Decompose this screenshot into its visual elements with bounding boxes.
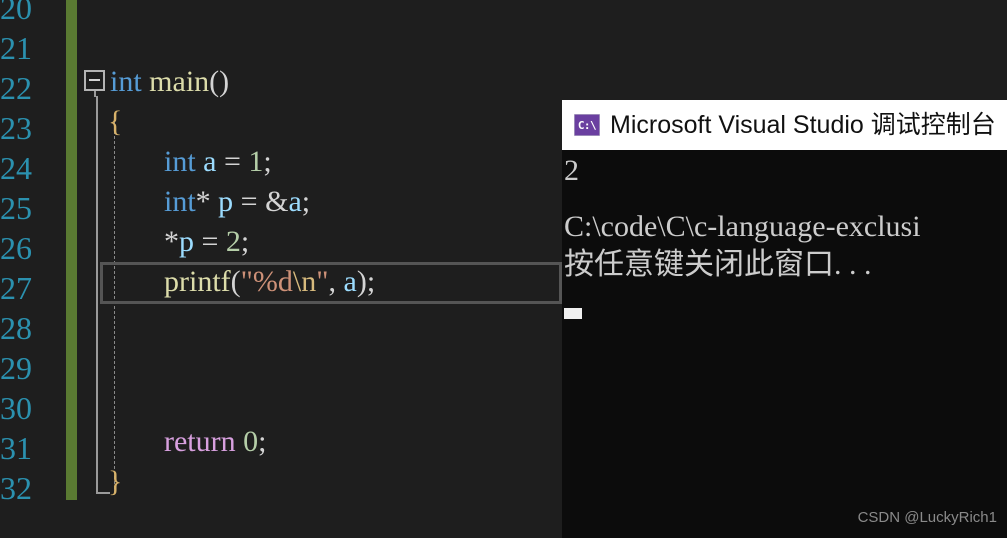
token-assign: = (240, 185, 258, 218)
console-output-line: 2 (564, 154, 579, 187)
current-line-highlight (100, 262, 562, 304)
token-identifier-a: a (288, 185, 302, 218)
token-semicolon: ; (263, 145, 272, 178)
token-assign: = (224, 145, 241, 178)
token-ampersand: & (265, 185, 289, 218)
token-identifier-p: p (179, 225, 194, 258)
token-keyword-return: return (164, 425, 236, 458)
console-output-line: C:\code\C\c-language-exclusi (564, 210, 921, 243)
console-output-line: 按任意键关闭此窗口. . . (564, 248, 872, 281)
screenshot-root: 20 21 22 23 24 25 26 27 28 29 30 31 32 i… (0, 0, 1007, 538)
code-line-22[interactable]: int main() (0, 62, 1007, 102)
console-icon-label: C:\ (577, 118, 597, 132)
token-keyword-int: int (164, 145, 196, 178)
token-paren-close: ) (219, 65, 230, 98)
token-assign: = (201, 225, 219, 258)
token-star: * (164, 225, 179, 258)
token-paren-open: ( (209, 65, 220, 98)
watermark: CSDN @LuckyRich1 (857, 509, 997, 526)
token-keyword-int: int (164, 185, 196, 218)
token-semicolon: ; (301, 185, 311, 218)
token-semicolon: ; (258, 425, 267, 458)
token-brace-open: { (108, 105, 123, 138)
token-identifier-a: a (203, 145, 217, 178)
console-output-area[interactable]: 2 C:\code\C\c-language-exclusi 按任意键关闭此窗口… (562, 150, 1007, 538)
debug-console-window[interactable]: C:\ Microsoft Visual Studio 调试控制台 2 C:\c… (562, 100, 1007, 538)
console-title-bar[interactable]: C:\ Microsoft Visual Studio 调试控制台 (562, 100, 1007, 150)
console-cmd-icon: C:\ (574, 114, 600, 136)
token-brace-close: } (108, 465, 123, 498)
console-block-cursor (564, 308, 582, 319)
console-title-text: Microsoft Visual Studio 调试控制台 (610, 111, 996, 139)
token-semicolon: ; (240, 225, 250, 258)
token-number-2: 2 (225, 225, 241, 258)
token-number-1: 1 (248, 145, 264, 178)
token-keyword-int: int (110, 65, 142, 98)
token-star: * (195, 185, 211, 218)
token-identifier-p: p (218, 185, 234, 218)
token-function-main: main (149, 65, 210, 98)
token-number-0: 0 (243, 425, 259, 458)
